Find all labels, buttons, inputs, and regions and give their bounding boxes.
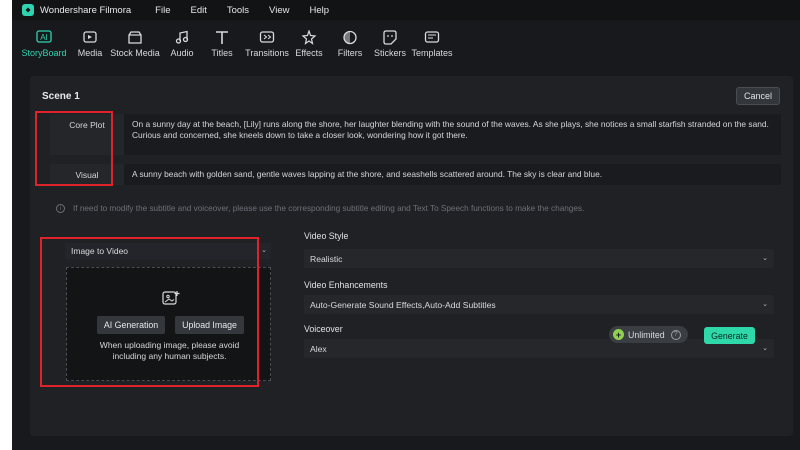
scene-title: Scene 1 <box>42 91 80 102</box>
tab-storyboard[interactable]: AI StoryBoard <box>21 20 67 64</box>
menu-tools[interactable]: Tools <box>227 5 249 16</box>
tab-filters[interactable]: Filters <box>334 20 366 64</box>
unlimited-credits-badge[interactable]: + Unlimited ? <box>609 326 688 343</box>
generate-button[interactable]: Generate <box>704 327 755 344</box>
voiceover-label: Voiceover <box>304 324 343 334</box>
transitions-icon <box>258 29 276 45</box>
tab-stock-media[interactable]: Stock Media <box>110 20 160 64</box>
tab-label: Effects <box>295 48 323 58</box>
tab-label: Templates <box>411 48 453 58</box>
video-style-value: Realistic <box>310 253 343 264</box>
menu-edit[interactable]: Edit <box>190 5 206 16</box>
filmora-window: Wondershare Filmora File Edit Tools View… <box>12 0 800 450</box>
tab-label: Stickers <box>373 48 406 58</box>
tab-templates[interactable]: Templates <box>410 20 454 64</box>
menu-help[interactable]: Help <box>309 5 329 16</box>
highlight-box-image-to-video <box>40 237 259 387</box>
core-plot-text[interactable]: On a sunny day at the beach, [Lily] runs… <box>132 119 773 140</box>
chevron-down-icon: ⌄ <box>762 255 768 262</box>
menu-bar: Wondershare Filmora File Edit Tools View… <box>12 0 800 20</box>
visual-text[interactable]: A sunny beach with golden sand, gentle w… <box>132 169 773 180</box>
menu-file[interactable]: File <box>155 5 170 16</box>
tab-label: Titles <box>211 48 233 58</box>
tab-stickers[interactable]: Stickers <box>372 20 408 64</box>
video-style-label: Video Style <box>304 231 349 241</box>
tab-effects[interactable]: Effects <box>292 20 326 64</box>
tab-label: Transitions <box>245 48 289 58</box>
video-enhancements-label: Video Enhancements <box>304 280 388 290</box>
video-style-select[interactable]: Realistic ⌄ <box>304 249 774 268</box>
audio-icon <box>173 29 191 45</box>
info-icon: i <box>56 204 65 213</box>
plus-icon: + <box>613 329 624 340</box>
unlimited-label: Unlimited <box>628 329 665 340</box>
video-enhancements-value: Auto-Generate Sound Effects,Auto-Add Sub… <box>310 299 496 310</box>
tab-label: Filters <box>337 48 363 58</box>
highlight-box-labels <box>35 111 113 186</box>
storyboard-icon: AI <box>35 29 53 45</box>
filters-icon <box>341 29 359 45</box>
tab-label: Media <box>77 48 103 58</box>
titles-icon <box>213 29 231 45</box>
chevron-down-icon: ⌄ <box>762 345 768 352</box>
media-icon <box>81 29 99 45</box>
svg-text:AI: AI <box>40 33 48 42</box>
tab-label: Audio <box>170 48 194 58</box>
filmora-logo-icon <box>22 4 34 16</box>
tab-label: Stock Media <box>110 48 160 58</box>
notice-message: i If need to modify the subtitle and voi… <box>56 204 584 213</box>
stock-media-icon <box>126 29 144 45</box>
tab-audio[interactable]: Audio <box>164 20 200 64</box>
tab-media[interactable]: Media <box>72 20 108 64</box>
tab-titles[interactable]: Titles <box>206 20 238 64</box>
stickers-icon <box>381 29 399 45</box>
cancel-button[interactable]: Cancel <box>736 87 780 105</box>
templates-icon <box>423 29 441 45</box>
app-title: Wondershare Filmora <box>40 4 132 16</box>
chevron-down-icon: ⌄ <box>762 301 768 308</box>
notice-text: If need to modify the subtitle and voice… <box>73 204 585 213</box>
tab-label: StoryBoard <box>21 48 67 58</box>
menu-view[interactable]: View <box>269 5 289 16</box>
main-toolbar: AI StoryBoard Media Stock Media Audio Ti… <box>12 20 800 64</box>
core-plot-row: Core Plot On a sunny day at the beach, [… <box>50 114 781 155</box>
video-enhancements-select[interactable]: Auto-Generate Sound Effects,Auto-Add Sub… <box>304 295 774 314</box>
help-icon[interactable]: ? <box>670 329 681 340</box>
visual-row: Visual A sunny beach with golden sand, g… <box>50 164 781 185</box>
effects-icon <box>300 29 318 45</box>
chevron-down-icon: ⌄ <box>261 247 267 254</box>
voiceover-value: Alex <box>310 343 327 354</box>
tab-transitions[interactable]: Transitions <box>244 20 290 64</box>
